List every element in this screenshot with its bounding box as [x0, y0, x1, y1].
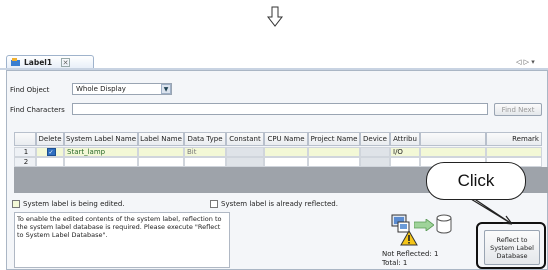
reflect-to-database-button[interactable]: Reflect to System Label Database — [484, 230, 540, 265]
delete-checkbox[interactable]: ✓ — [46, 148, 56, 156]
header-rownum — [14, 132, 36, 146]
remark-cell[interactable] — [486, 147, 542, 157]
header-hidden — [420, 132, 486, 146]
row-number: 1 — [14, 147, 36, 157]
legend-reflected: System label is already reflected. — [210, 200, 338, 208]
project-name-cell[interactable] — [308, 147, 360, 157]
find-characters-input[interactable] — [72, 103, 488, 115]
total-count: Total: 1 — [382, 259, 408, 267]
header-delete: Delete — [36, 132, 64, 146]
label-tab-icon — [11, 58, 20, 66]
system-label-name-cell[interactable] — [64, 157, 138, 167]
device-cell[interactable] — [360, 147, 390, 157]
find-next-button[interactable]: Find Next — [494, 103, 542, 116]
legend-editing-text: System label is being edited. — [23, 200, 125, 208]
legend-reflected-text: System label is already reflected. — [221, 200, 338, 208]
project-name-cell[interactable] — [308, 157, 360, 167]
down-arrow-outline-icon — [266, 6, 284, 27]
database-icon — [436, 214, 452, 234]
close-icon[interactable]: ✕ — [61, 58, 71, 67]
delete-checkbox-cell[interactable]: ✓ — [36, 147, 64, 157]
tab-scroll-controls[interactable]: ◁ ▷ ▾ — [516, 58, 535, 66]
chevron-down-icon: ▼ — [161, 84, 171, 94]
constant-cell[interactable] — [226, 157, 264, 167]
not-reflected-count: Not Reflected: 1 — [382, 250, 439, 258]
find-object-label: Find Object — [10, 86, 50, 94]
header-constant: Constant — [226, 132, 264, 146]
header-attribute: Attribu — [390, 132, 420, 146]
legend-editing-swatch — [12, 200, 20, 208]
header-remark: Remark — [486, 132, 542, 146]
header-cpu-name: CPU Name — [264, 132, 308, 146]
header-data-type: Data Type — [184, 132, 226, 146]
attribute-cell[interactable] — [390, 157, 420, 167]
hidden-cell — [420, 147, 486, 157]
callout-pointer — [464, 196, 513, 225]
data-type-cell[interactable]: Bit — [184, 147, 226, 157]
tab-title: Label1 — [24, 58, 53, 67]
find-object-select[interactable]: Whole Display ▼ — [72, 83, 172, 95]
table-row[interactable]: 1 ✓ Start_lamp Bit I/O — [14, 147, 542, 157]
attribute-cell[interactable]: I/O — [390, 147, 420, 157]
header-project-name: Project Name — [308, 132, 360, 146]
header-label-name: Label Name — [138, 132, 184, 146]
legend-editing: System label is being edited. — [12, 200, 125, 208]
find-object-value: Whole Display — [76, 85, 126, 93]
find-characters-label: Find Characters — [10, 106, 65, 114]
reflection-message: To enable the edited contents of the sys… — [14, 212, 230, 268]
row-number: 2 — [14, 157, 36, 167]
data-type-cell[interactable] — [184, 157, 226, 167]
warning-icon — [400, 230, 418, 246]
header-device: Device — [360, 132, 390, 146]
legend-reflected-swatch — [210, 200, 218, 208]
system-label-name-cell[interactable]: Start_lamp — [64, 147, 138, 157]
cpu-name-cell[interactable] — [264, 147, 308, 157]
label-name-cell[interactable] — [138, 157, 184, 167]
header-system-label-name: System Label Name — [64, 132, 138, 146]
constant-cell[interactable] — [226, 147, 264, 157]
cpu-name-cell[interactable] — [264, 157, 308, 167]
table-header: Delete System Label Name Label Name Data… — [14, 132, 542, 146]
label-name-cell[interactable] — [138, 147, 184, 157]
tab-label1[interactable]: Label1 ✕ — [6, 55, 94, 69]
click-callout: Click — [426, 162, 526, 200]
delete-checkbox-cell[interactable] — [36, 157, 64, 167]
device-cell[interactable] — [360, 157, 390, 167]
